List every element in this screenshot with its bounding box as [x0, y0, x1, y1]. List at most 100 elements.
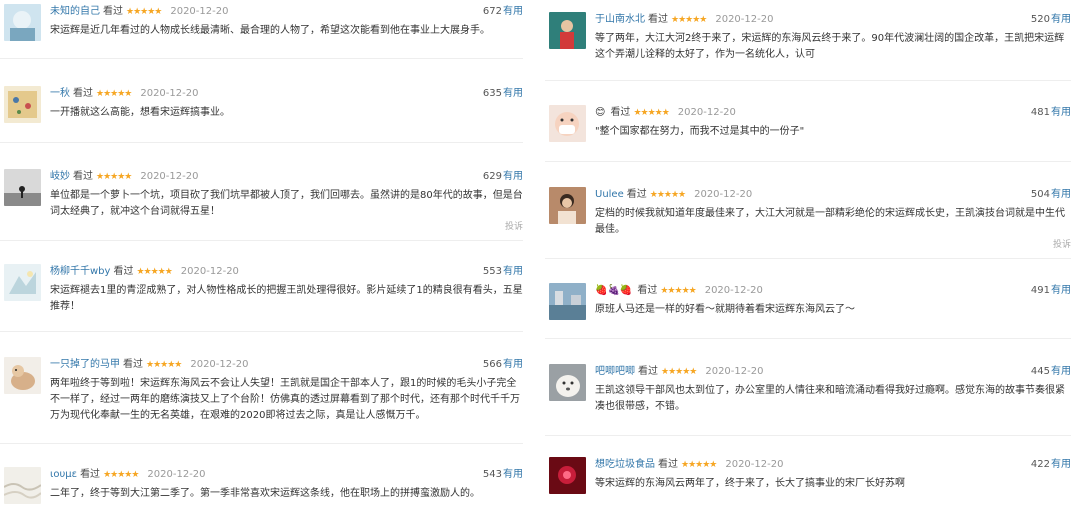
review-meta: ιουμε 看过 ★★★★★ 2020-12-20 543有用	[50, 467, 523, 483]
username-link[interactable]: 未知的自己	[50, 6, 100, 17]
review-date: 2020-12-20	[704, 285, 763, 296]
review-text: 一开播就这么高能，想看宋运辉搞事业。	[50, 107, 230, 118]
avatar[interactable]	[549, 12, 586, 49]
vote-count: 629	[482, 171, 502, 182]
useful-button[interactable]: 有用	[503, 6, 523, 17]
review-text: 宋运辉是近几年看过的人物成长线最清晰、最合理的人物了，希望这次能看到他在事业上大…	[50, 25, 490, 36]
review-date: 2020-12-20	[180, 266, 239, 277]
useful-button[interactable]: 有用	[503, 266, 523, 277]
username-link[interactable]: 想吃垃圾食品	[595, 459, 655, 470]
review-text: 等了两年，大江大河2终于来了，宋运辉的东海风云终于来了。90年代波澜壮阔的国企改…	[595, 33, 1065, 60]
rating-stars: ★★★★★	[136, 267, 172, 277]
useful-vote: 491有用	[1031, 283, 1071, 299]
watched-label: 看过	[658, 459, 678, 470]
avatar[interactable]	[549, 364, 586, 401]
useful-button[interactable]: 有用	[503, 359, 523, 370]
rating-stars: ★★★★★	[96, 89, 132, 99]
vote-count: 422	[1030, 459, 1050, 470]
report-link[interactable]: 投诉	[505, 219, 523, 232]
watched-label: 看过	[113, 266, 134, 277]
avatar[interactable]	[549, 457, 586, 494]
useful-vote: 481有用	[1031, 105, 1071, 121]
review-date: 2020-12-20	[725, 459, 784, 470]
useful-button[interactable]: 有用	[1051, 285, 1071, 296]
review-text: 两年啦终于等到啦！宋运辉东海风云不会让人失望！王凯就是国企干部本人了，跟1的时候…	[50, 378, 520, 421]
divider	[0, 331, 523, 332]
username-link[interactable]: Uulee	[595, 189, 624, 200]
avatar[interactable]	[4, 357, 41, 394]
review-meta: 岐妙 看过 ★★★★★ 2020-12-20 629有用	[50, 169, 523, 185]
rating-stars: ★★★★★	[126, 7, 162, 17]
watched-label: 看过	[610, 107, 631, 118]
rating-stars: ★★★★★	[681, 460, 717, 470]
vote-count: 553	[482, 266, 502, 277]
report-link[interactable]: 投诉	[1053, 237, 1071, 250]
avatar[interactable]	[549, 283, 586, 320]
vote-count: 566	[482, 359, 502, 370]
username-link[interactable]: 吧唧吧唧	[595, 366, 635, 377]
review-date: 2020-12-20	[190, 359, 249, 370]
useful-vote: 672有用	[483, 4, 523, 20]
review-date: 2020-12-20	[705, 366, 764, 377]
review-text: 二年了，终于等到大江第二季了。第一季非常喜欢宋运辉这条线，他在职场上的拼搏蛮激励…	[50, 488, 480, 499]
useful-button[interactable]: 有用	[503, 88, 523, 99]
review-meta: 杨柳千千wby 看过 ★★★★★ 2020-12-20 553有用	[50, 264, 523, 280]
useful-vote: 553有用	[483, 264, 523, 280]
review-meta: 一秋 看过 ★★★★★ 2020-12-20 635有用	[50, 86, 523, 102]
watched-label: 看过	[103, 6, 123, 17]
divider	[545, 435, 1071, 436]
review-date: 2020-12-20	[140, 88, 199, 99]
review-text: 定档的时候我就知道年度最佳来了，大江大河就是一部精彩绝伦的宋运辉成长史，王凯演技…	[595, 208, 1065, 235]
review-text: 原班人马还是一样的好看～就期待着看宋运辉东海风云了～	[595, 304, 855, 315]
rating-stars: ★★★★★	[649, 190, 686, 200]
review-date: 2020-12-20	[694, 189, 753, 200]
vote-count: 504	[1030, 189, 1050, 200]
avatar[interactable]	[4, 169, 41, 206]
review-meta: Uulee 看过 ★★★★★ 2020-12-20 504有用	[595, 187, 1071, 203]
username-link[interactable]: 于山南水北	[595, 14, 645, 25]
divider	[545, 338, 1071, 339]
useful-vote: 543有用	[483, 467, 523, 483]
rating-stars: ★★★★★	[633, 108, 669, 118]
useful-button[interactable]: 有用	[1051, 14, 1071, 25]
avatar[interactable]	[549, 105, 586, 142]
rating-stars: ★★★★★	[661, 367, 697, 377]
vote-count: 635	[482, 88, 502, 99]
watched-label: 看过	[123, 359, 143, 370]
review-date: 2020-12-20	[715, 14, 774, 25]
review-text: 单位都是一个萝卜一个坑，项目砍了我们坑早都被人顶了，我们回哪去。虽然讲的是80年…	[50, 190, 523, 217]
avatar[interactable]	[4, 467, 41, 504]
avatar[interactable]	[4, 4, 41, 41]
rating-stars: ★★★★★	[660, 286, 696, 296]
rating-stars: ★★★★★	[96, 172, 132, 182]
avatar[interactable]	[549, 187, 586, 224]
rating-stars: ★★★★★	[146, 360, 182, 370]
username-link[interactable]: 一秋	[50, 88, 70, 99]
useful-button[interactable]: 有用	[1051, 459, 1071, 470]
useful-vote: 445有用	[1031, 364, 1071, 380]
useful-button[interactable]: 有用	[503, 469, 523, 480]
avatar[interactable]	[4, 86, 41, 123]
useful-vote: 422有用	[1031, 457, 1071, 473]
divider	[545, 161, 1071, 162]
review-meta: 未知的自己 看过 ★★★★★ 2020-12-20 672有用	[50, 4, 523, 20]
useful-button[interactable]: 有用	[503, 171, 523, 182]
username-link[interactable]: ιουμε	[50, 469, 77, 480]
username-link[interactable]: 一只掉了的马甲	[50, 359, 120, 370]
vote-count: 672	[482, 6, 502, 17]
rating-stars: ★★★★★	[103, 470, 139, 480]
useful-button[interactable]: 有用	[1051, 107, 1071, 118]
vote-count: 520	[1030, 14, 1050, 25]
watched-label: 看过	[73, 171, 93, 182]
review-meta: 想吃垃圾食品 看过 ★★★★★ 2020-12-20 422有用	[595, 457, 1071, 473]
useful-button[interactable]: 有用	[1051, 189, 1071, 200]
fruit-emoji-icon: 🍓🍇🍓	[595, 285, 633, 296]
review-text: 宋运辉褪去1里的青涩成熟了，对人物性格成长的把握王凯处理得很好。影片延续了1的精…	[50, 285, 523, 312]
username-link[interactable]: 岐妙	[50, 171, 70, 182]
useful-button[interactable]: 有用	[1051, 366, 1071, 377]
review-date: 2020-12-20	[140, 171, 199, 182]
avatar[interactable]	[4, 264, 41, 301]
username-link[interactable]: 杨柳千千wby	[50, 266, 110, 277]
useful-vote: 629有用	[483, 169, 523, 185]
watched-label: 看过	[73, 88, 93, 99]
